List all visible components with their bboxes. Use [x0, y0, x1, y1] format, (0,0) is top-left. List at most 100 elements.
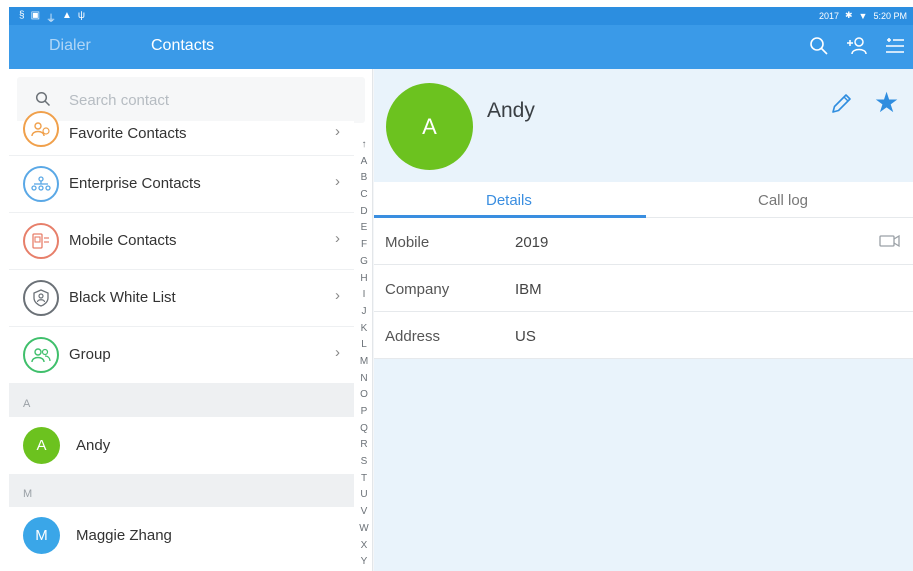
- chevron-right-icon: ›: [335, 287, 340, 304]
- field-value: IBM: [515, 281, 542, 298]
- add-contact-icon[interactable]: [845, 34, 869, 58]
- alpha-index-letter[interactable]: E: [361, 220, 368, 237]
- detail-fields: Mobile 2019 Company IBM Address US: [374, 218, 913, 359]
- bluetooth-icon: ✱: [845, 10, 853, 20]
- favorite-star-icon[interactable]: ★: [874, 89, 902, 117]
- alpha-index-letter[interactable]: A: [361, 154, 368, 171]
- alpha-index-letter[interactable]: V: [361, 504, 368, 521]
- chevron-right-icon: ›: [335, 344, 340, 361]
- alpha-index-letter[interactable]: N: [360, 371, 367, 388]
- alpha-index-letter[interactable]: ↑: [362, 137, 367, 154]
- app-bar: Dialer Contacts: [9, 25, 913, 69]
- status-time: 5:20 PM: [873, 10, 907, 21]
- avatar: M: [23, 517, 60, 554]
- category-favorite-contacts[interactable]: Favorite Contacts ›: [9, 111, 354, 156]
- app-bar-actions: [807, 34, 907, 58]
- contacts-list-pane: Favorite Contacts › Enterprise Contacts …: [9, 69, 373, 571]
- contact-name: Andy: [76, 437, 111, 454]
- contact-row-maggie-zhang[interactable]: M Maggie Zhang: [9, 507, 354, 564]
- search-icon[interactable]: [807, 34, 831, 58]
- alpha-index-letter[interactable]: U: [360, 487, 367, 504]
- alpha-index-letter[interactable]: Y: [361, 554, 368, 571]
- detail-header: A Andy ★: [374, 69, 913, 182]
- alpha-index-letter[interactable]: F: [361, 237, 367, 254]
- alpha-index-letter[interactable]: P: [361, 404, 368, 421]
- contact-name: Maggie Zhang: [76, 527, 172, 544]
- field-value[interactable]: 2019: [515, 234, 548, 251]
- alpha-index-letter[interactable]: Q: [360, 421, 368, 438]
- menu-list-icon[interactable]: [883, 34, 907, 58]
- signal-icon: ψ: [77, 10, 86, 21]
- field-label: Address: [385, 328, 441, 345]
- enterprise-contacts-icon: [23, 166, 59, 202]
- chevron-right-icon: ›: [335, 230, 340, 247]
- category-mobile-contacts[interactable]: Mobile Contacts ›: [9, 213, 354, 270]
- contact-row-andy[interactable]: A Andy: [9, 417, 354, 474]
- category-group[interactable]: Group ›: [9, 327, 354, 384]
- field-row-address: Address US: [374, 312, 913, 359]
- mobile-contacts-icon: [23, 223, 59, 259]
- system-status: 2017 ✱ ▼ 5:20 PM: [819, 10, 907, 21]
- image-icon: ▣: [30, 10, 41, 21]
- alpha-index-letter[interactable]: R: [360, 437, 367, 454]
- notification-icons: § ▣ ⏚ ▲ ψ: [19, 10, 85, 25]
- category-list: Favorite Contacts › Enterprise Contacts …: [9, 111, 354, 564]
- alpha-index-letter[interactable]: M: [360, 354, 368, 371]
- tab-contacts[interactable]: Contacts: [151, 37, 214, 55]
- contact-detail-pane: A Andy ★ Details Call log Mobile 2019 Co…: [374, 69, 913, 571]
- field-label: Company: [385, 281, 450, 298]
- chevron-right-icon: ›: [335, 123, 340, 140]
- alpha-index-letter[interactable]: X: [361, 538, 368, 555]
- field-value: US: [515, 328, 536, 345]
- section-header-a: A: [9, 384, 354, 417]
- search-bar: [17, 77, 365, 123]
- video-call-icon[interactable]: [879, 233, 901, 249]
- s-icon: §: [19, 10, 25, 21]
- status-year: 2017: [818, 10, 839, 21]
- category-label: Group: [69, 346, 111, 363]
- detail-avatar: A: [386, 83, 473, 170]
- alpha-index-letter[interactable]: K: [361, 321, 368, 338]
- alpha-index-letter[interactable]: W: [359, 521, 368, 538]
- search-field-icon: [35, 91, 51, 107]
- alpha-index-letter[interactable]: C: [360, 187, 367, 204]
- detail-name: Andy: [487, 99, 535, 122]
- tab-details[interactable]: Details: [486, 192, 532, 209]
- avatar: A: [23, 427, 60, 464]
- category-black-white-list[interactable]: Black White List ›: [9, 270, 354, 327]
- category-label: Enterprise Contacts: [69, 175, 201, 192]
- category-label: Black White List: [69, 289, 176, 306]
- alpha-index-letter[interactable]: S: [361, 454, 368, 471]
- warning-icon: ▲: [62, 10, 72, 21]
- field-row-company: Company IBM: [374, 265, 913, 312]
- category-enterprise-contacts[interactable]: Enterprise Contacts ›: [9, 156, 354, 213]
- detail-tabs: Details Call log: [374, 182, 913, 218]
- edit-icon[interactable]: [828, 91, 854, 117]
- section-header-m: M: [9, 474, 354, 507]
- favorite-contacts-icon: [23, 111, 59, 147]
- usb-icon: ⏚: [46, 14, 57, 25]
- alpha-index-letter[interactable]: L: [361, 337, 367, 354]
- alpha-index-letter[interactable]: H: [360, 271, 367, 288]
- black-white-list-icon: [23, 280, 59, 316]
- alpha-index-letter[interactable]: T: [361, 471, 367, 488]
- alpha-index-letter[interactable]: D: [360, 204, 367, 221]
- alpha-index-letter[interactable]: I: [363, 287, 366, 304]
- field-row-mobile: Mobile 2019: [374, 218, 913, 265]
- status-bar: § ▣ ⏚ ▲ ψ 2017 ✱ ▼ 5:20 PM: [9, 7, 913, 25]
- group-icon: [23, 337, 59, 373]
- category-label: Mobile Contacts: [69, 232, 177, 249]
- tab-dialer[interactable]: Dialer: [49, 37, 91, 55]
- chevron-right-icon: ›: [335, 173, 340, 190]
- alpha-index-letter[interactable]: B: [361, 170, 368, 187]
- search-input[interactable]: [69, 89, 349, 111]
- category-label: Favorite Contacts: [69, 125, 187, 142]
- alpha-index-letter[interactable]: J: [362, 304, 367, 321]
- field-label: Mobile: [385, 234, 430, 251]
- alphabet-index[interactable]: ↑ABCDEFGHIJKLMNOPQRSTUVWXYZ: [355, 137, 372, 571]
- tab-call-log[interactable]: Call log: [758, 192, 808, 209]
- tablet-screen: § ▣ ⏚ ▲ ψ 2017 ✱ ▼ 5:20 PM Dialer Contac…: [9, 7, 913, 571]
- alpha-index-letter[interactable]: O: [360, 387, 368, 404]
- wifi-icon: ▼: [858, 10, 868, 21]
- alpha-index-letter[interactable]: G: [360, 254, 368, 271]
